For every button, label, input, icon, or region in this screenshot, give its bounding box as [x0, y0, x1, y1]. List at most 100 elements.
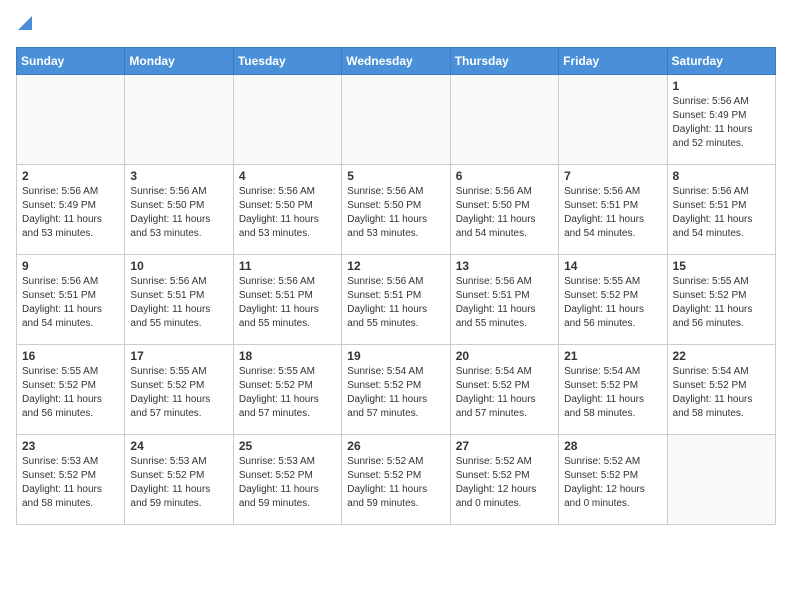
calendar-cell: 9 Sunrise: 5:56 AM Sunset: 5:51 PM Daylig… [17, 255, 125, 345]
day-number: 17 [130, 349, 227, 363]
calendar-cell: 12 Sunrise: 5:56 AM Sunset: 5:51 PM Dayli… [342, 255, 450, 345]
day-info: Sunrise: 5:52 AM Sunset: 5:52 PM Dayligh… [564, 455, 661, 511]
day-number: 11 [239, 259, 336, 273]
day-info: Sunrise: 5:56 AM Sunset: 5:51 PM Dayligh… [673, 185, 770, 241]
day-number: 27 [456, 439, 553, 453]
day-info: Sunrise: 5:55 AM Sunset: 5:52 PM Dayligh… [673, 275, 770, 331]
calendar-cell: 6 Sunrise: 5:56 AM Sunset: 5:50 PM Daylig… [450, 165, 558, 255]
calendar-table: SundayMondayTuesdayWednesdayThursdayFrid… [16, 47, 776, 525]
calendar-week-row: 9 Sunrise: 5:56 AM Sunset: 5:51 PM Daylig… [17, 255, 776, 345]
day-number: 7 [564, 169, 661, 183]
logo [16, 16, 32, 35]
page-header [16, 16, 776, 35]
calendar-week-row: 16 Sunrise: 5:55 AM Sunset: 5:52 PM Dayli… [17, 345, 776, 435]
day-number: 26 [347, 439, 444, 453]
calendar-cell: 10 Sunrise: 5:56 AM Sunset: 5:51 PM Dayli… [125, 255, 233, 345]
day-number: 15 [673, 259, 770, 273]
day-info: Sunrise: 5:53 AM Sunset: 5:52 PM Dayligh… [239, 455, 336, 511]
column-header-monday: Monday [125, 48, 233, 75]
day-number: 12 [347, 259, 444, 273]
day-info: Sunrise: 5:55 AM Sunset: 5:52 PM Dayligh… [22, 365, 119, 421]
day-info: Sunrise: 5:54 AM Sunset: 5:52 PM Dayligh… [564, 365, 661, 421]
day-number: 24 [130, 439, 227, 453]
day-number: 10 [130, 259, 227, 273]
calendar-cell: 21 Sunrise: 5:54 AM Sunset: 5:52 PM Dayli… [559, 345, 667, 435]
day-number: 9 [22, 259, 119, 273]
column-header-sunday: Sunday [17, 48, 125, 75]
day-info: Sunrise: 5:56 AM Sunset: 5:50 PM Dayligh… [347, 185, 444, 241]
calendar-cell: 22 Sunrise: 5:54 AM Sunset: 5:52 PM Dayli… [667, 345, 775, 435]
calendar-cell: 27Sunrise: 5:52 AM Sunset: 5:52 PM Dayli… [450, 435, 558, 525]
day-number: 3 [130, 169, 227, 183]
day-info: Sunrise: 5:56 AM Sunset: 5:51 PM Dayligh… [564, 185, 661, 241]
day-number: 22 [673, 349, 770, 363]
day-number: 23 [22, 439, 119, 453]
calendar-week-row: 23 Sunrise: 5:53 AM Sunset: 5:52 PM Dayli… [17, 435, 776, 525]
calendar-cell: 23 Sunrise: 5:53 AM Sunset: 5:52 PM Dayli… [17, 435, 125, 525]
calendar-week-row: 2 Sunrise: 5:56 AM Sunset: 5:49 PM Daylig… [17, 165, 776, 255]
calendar-cell: 3 Sunrise: 5:56 AM Sunset: 5:50 PM Daylig… [125, 165, 233, 255]
calendar-week-row: 1 Sunrise: 5:56 AM Sunset: 5:49 PM Daylig… [17, 75, 776, 165]
calendar-cell: 15 Sunrise: 5:55 AM Sunset: 5:52 PM Dayli… [667, 255, 775, 345]
day-info: Sunrise: 5:56 AM Sunset: 5:50 PM Dayligh… [456, 185, 553, 241]
calendar-cell: 1 Sunrise: 5:56 AM Sunset: 5:49 PM Daylig… [667, 75, 775, 165]
day-info: Sunrise: 5:56 AM Sunset: 5:50 PM Dayligh… [239, 185, 336, 241]
day-number: 13 [456, 259, 553, 273]
calendar-cell: 25 Sunrise: 5:53 AM Sunset: 5:52 PM Dayli… [233, 435, 341, 525]
calendar-cell: 11 Sunrise: 5:56 AM Sunset: 5:51 PM Dayli… [233, 255, 341, 345]
calendar-header-row: SundayMondayTuesdayWednesdayThursdayFrid… [17, 48, 776, 75]
logo-triangle-icon [18, 16, 32, 35]
day-number: 2 [22, 169, 119, 183]
calendar-cell: 24 Sunrise: 5:53 AM Sunset: 5:52 PM Dayli… [125, 435, 233, 525]
calendar-cell: 19 Sunrise: 5:54 AM Sunset: 5:52 PM Dayli… [342, 345, 450, 435]
day-info: Sunrise: 5:54 AM Sunset: 5:52 PM Dayligh… [456, 365, 553, 421]
day-info: Sunrise: 5:54 AM Sunset: 5:52 PM Dayligh… [673, 365, 770, 421]
calendar-cell [667, 435, 775, 525]
day-number: 25 [239, 439, 336, 453]
calendar-cell: 20 Sunrise: 5:54 AM Sunset: 5:52 PM Dayli… [450, 345, 558, 435]
column-header-friday: Friday [559, 48, 667, 75]
calendar-cell: 17 Sunrise: 5:55 AM Sunset: 5:52 PM Dayli… [125, 345, 233, 435]
day-info: Sunrise: 5:55 AM Sunset: 5:52 PM Dayligh… [564, 275, 661, 331]
day-number: 19 [347, 349, 444, 363]
calendar-cell: 4 Sunrise: 5:56 AM Sunset: 5:50 PM Daylig… [233, 165, 341, 255]
calendar-cell: 5Sunrise: 5:56 AM Sunset: 5:50 PM Daylig… [342, 165, 450, 255]
day-info: Sunrise: 5:54 AM Sunset: 5:52 PM Dayligh… [347, 365, 444, 421]
day-number: 28 [564, 439, 661, 453]
column-header-wednesday: Wednesday [342, 48, 450, 75]
day-info: Sunrise: 5:56 AM Sunset: 5:51 PM Dayligh… [130, 275, 227, 331]
day-number: 6 [456, 169, 553, 183]
calendar-cell: 28 Sunrise: 5:52 AM Sunset: 5:52 PM Dayli… [559, 435, 667, 525]
day-number: 1 [673, 79, 770, 93]
calendar-cell [559, 75, 667, 165]
calendar-cell: 13 Sunrise: 5:56 AM Sunset: 5:51 PM Dayli… [450, 255, 558, 345]
day-info: Sunrise: 5:56 AM Sunset: 5:51 PM Dayligh… [456, 275, 553, 331]
day-info: Sunrise: 5:56 AM Sunset: 5:50 PM Dayligh… [130, 185, 227, 241]
calendar-cell: 18 Sunrise: 5:55 AM Sunset: 5:52 PM Dayli… [233, 345, 341, 435]
calendar-cell [125, 75, 233, 165]
calendar-cell: 7 Sunrise: 5:56 AM Sunset: 5:51 PM Daylig… [559, 165, 667, 255]
calendar-cell: 2 Sunrise: 5:56 AM Sunset: 5:49 PM Daylig… [17, 165, 125, 255]
day-number: 16 [22, 349, 119, 363]
day-info: Sunrise: 5:56 AM Sunset: 5:51 PM Dayligh… [347, 275, 444, 331]
day-info: Sunrise: 5:56 AM Sunset: 5:49 PM Dayligh… [22, 185, 119, 241]
day-info: Sunrise: 5:53 AM Sunset: 5:52 PM Dayligh… [130, 455, 227, 511]
calendar-cell: 8Sunrise: 5:56 AM Sunset: 5:51 PM Daylig… [667, 165, 775, 255]
column-header-tuesday: Tuesday [233, 48, 341, 75]
day-number: 18 [239, 349, 336, 363]
day-number: 21 [564, 349, 661, 363]
calendar-cell: 26 Sunrise: 5:52 AM Sunset: 5:52 PM Dayli… [342, 435, 450, 525]
calendar-cell [450, 75, 558, 165]
day-info: Sunrise: 5:56 AM Sunset: 5:51 PM Dayligh… [239, 275, 336, 331]
calendar-cell: 16 Sunrise: 5:55 AM Sunset: 5:52 PM Dayli… [17, 345, 125, 435]
day-info: Sunrise: 5:53 AM Sunset: 5:52 PM Dayligh… [22, 455, 119, 511]
calendar-cell [342, 75, 450, 165]
day-info: Sunrise: 5:56 AM Sunset: 5:51 PM Dayligh… [22, 275, 119, 331]
day-info: Sunrise: 5:55 AM Sunset: 5:52 PM Dayligh… [239, 365, 336, 421]
column-header-saturday: Saturday [667, 48, 775, 75]
day-number: 20 [456, 349, 553, 363]
day-info: Sunrise: 5:56 AM Sunset: 5:49 PM Dayligh… [673, 95, 770, 151]
day-info: Sunrise: 5:55 AM Sunset: 5:52 PM Dayligh… [130, 365, 227, 421]
day-number: 4 [239, 169, 336, 183]
day-info: Sunrise: 5:52 AM Sunset: 5:52 PM Dayligh… [347, 455, 444, 511]
